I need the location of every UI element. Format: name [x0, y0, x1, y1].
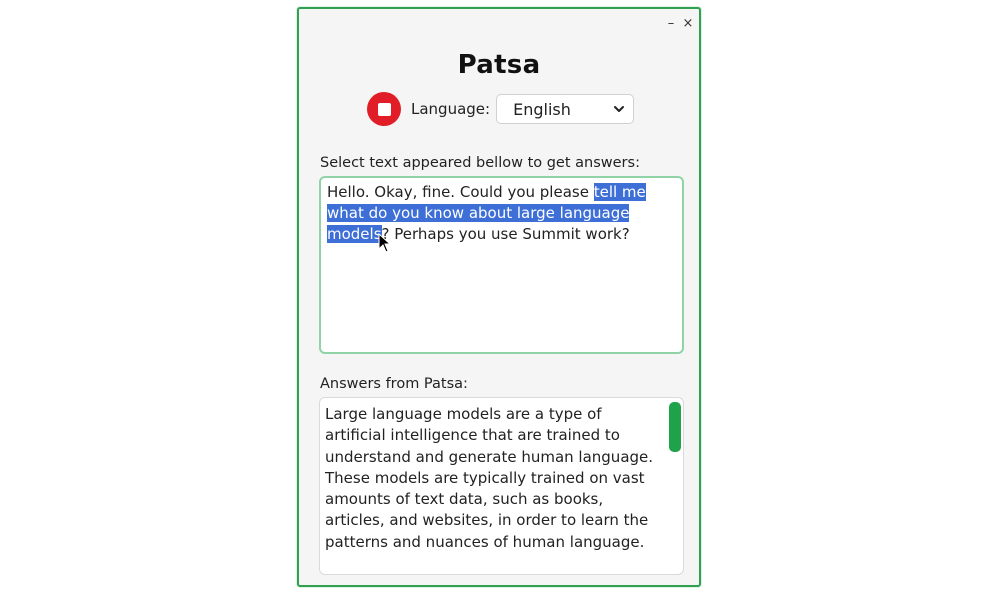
scrollbar-thumb[interactable]	[669, 402, 681, 452]
language-select[interactable]: English	[496, 94, 635, 124]
answers-text-area[interactable]: Large language models are a type of arti…	[319, 397, 684, 575]
language-label: Language:	[411, 100, 491, 118]
language-selected-value: English	[513, 99, 571, 119]
stop-record-icon	[377, 102, 391, 116]
app-title: Patsa	[457, 50, 541, 80]
input-instructions-label: Select text appeared bellow to get answe…	[320, 155, 640, 171]
answer-line: amounts of text data, such as books,	[325, 490, 604, 509]
close-button[interactable]: ×	[682, 17, 694, 30]
window-controls: – ×	[665, 17, 694, 30]
answer-line: articles, and websites, in order to lear…	[325, 511, 649, 530]
transcript-text-before: Hello. Okay, fine. Could you please	[327, 183, 594, 201]
minimize-button[interactable]: –	[665, 17, 677, 30]
answer-line: artificial intelligence that are trained…	[325, 426, 620, 445]
transcript-text-after: ? Perhaps you use Summit work?	[381, 225, 630, 243]
answer-line: Large language models are a type of	[325, 405, 602, 423]
toolbar: Language: English	[367, 92, 635, 126]
answer-line: patterns and nuances of human language.	[325, 532, 645, 551]
answers-scrollbar[interactable]	[669, 400, 681, 570]
stop-record-button[interactable]	[367, 92, 401, 126]
answer-line: These models are typically trained on va…	[325, 468, 645, 487]
answers-label: Answers from Patsa:	[320, 376, 468, 392]
answer-text: Large language models are a type of arti…	[325, 404, 665, 553]
answer-line: understand and generate human language.	[325, 447, 654, 466]
transcript-text-area[interactable]: Hello. Okay, fine. Could you please tell…	[319, 176, 684, 354]
patsa-window: – × Patsa Language: English Select text …	[297, 7, 701, 587]
chevron-down-icon	[614, 106, 625, 112]
